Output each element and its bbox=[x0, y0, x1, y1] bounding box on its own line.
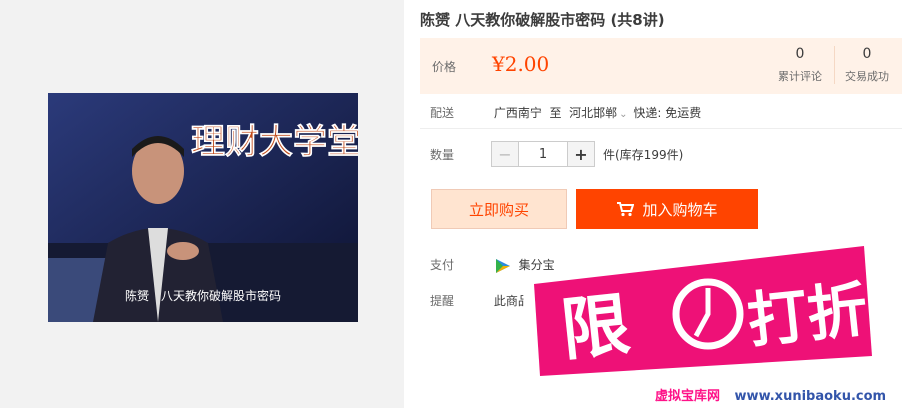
cart-icon bbox=[617, 202, 635, 217]
deals-label: 交易成功 bbox=[845, 70, 889, 83]
svg-text:打折: 打折 bbox=[744, 275, 871, 357]
reviews-count: 0 bbox=[795, 46, 805, 62]
quantity-input[interactable]: 1 bbox=[519, 141, 567, 167]
deals-count: 0 bbox=[862, 46, 872, 62]
price-value: ¥2.00 bbox=[492, 52, 550, 76]
price-label: 价格 bbox=[432, 60, 457, 74]
delivery-label: 配送 bbox=[430, 106, 455, 120]
delivery-from: 广西南宁 bbox=[493, 106, 542, 120]
video-caption: 陈赟 八天教你破解股市密码 bbox=[124, 289, 281, 303]
site-name: 虚拟宝库网 bbox=[655, 389, 721, 404]
delivery-row: 配送 广西南宁 至 河北邯郸 ⌄ 快递: 免运费 bbox=[430, 104, 701, 121]
reviews-label: 累计评论 bbox=[778, 70, 822, 83]
payment-label: 支付 bbox=[430, 258, 455, 272]
limited-discount-stamp: 限 打折 bbox=[522, 236, 884, 388]
promo-badge: 限 打折 bbox=[512, 216, 892, 412]
delivery-destination[interactable]: 河北邯郸 bbox=[569, 106, 617, 120]
quantity-label: 数量 bbox=[430, 148, 455, 162]
delivery-to-word: 至 bbox=[549, 106, 562, 120]
quantity-row: 数量 − 1 + 件(库存199件) bbox=[430, 141, 683, 172]
quantity-stepper: − 1 + bbox=[491, 141, 595, 167]
jifenbao-icon bbox=[495, 258, 510, 273]
divider bbox=[420, 128, 902, 129]
product-gallery: 理财大学堂 陈赟 八天教你破解股市密码 bbox=[0, 0, 404, 408]
reminder-label: 提醒 bbox=[430, 294, 455, 308]
site-watermark: 虚拟宝库网 www.xunibaoku.com bbox=[655, 385, 886, 404]
site-url: www.xunibaoku.com bbox=[734, 389, 887, 404]
svg-text:限: 限 bbox=[558, 285, 634, 371]
reviews-stat[interactable]: 0 累计评论 bbox=[768, 46, 832, 84]
decrease-button[interactable]: − bbox=[491, 141, 519, 167]
shipping-fee: 快递: 免运费 bbox=[633, 106, 702, 120]
chevron-down-icon[interactable]: ⌄ bbox=[619, 109, 627, 120]
product-title: 陈赟 八天教你破解股市密码 (共8讲) bbox=[420, 11, 665, 29]
increase-button[interactable]: + bbox=[567, 141, 595, 167]
video-logo: 理财大学堂 bbox=[191, 122, 358, 162]
deals-stat[interactable]: 0 交易成功 bbox=[834, 46, 899, 84]
product-image[interactable]: 理财大学堂 陈赟 八天教你破解股市密码 bbox=[48, 93, 358, 322]
price-box: 价格 ¥2.00 0 累计评论 0 交易成功 bbox=[420, 38, 902, 94]
stock-text: 件(库存199件) bbox=[603, 148, 684, 162]
